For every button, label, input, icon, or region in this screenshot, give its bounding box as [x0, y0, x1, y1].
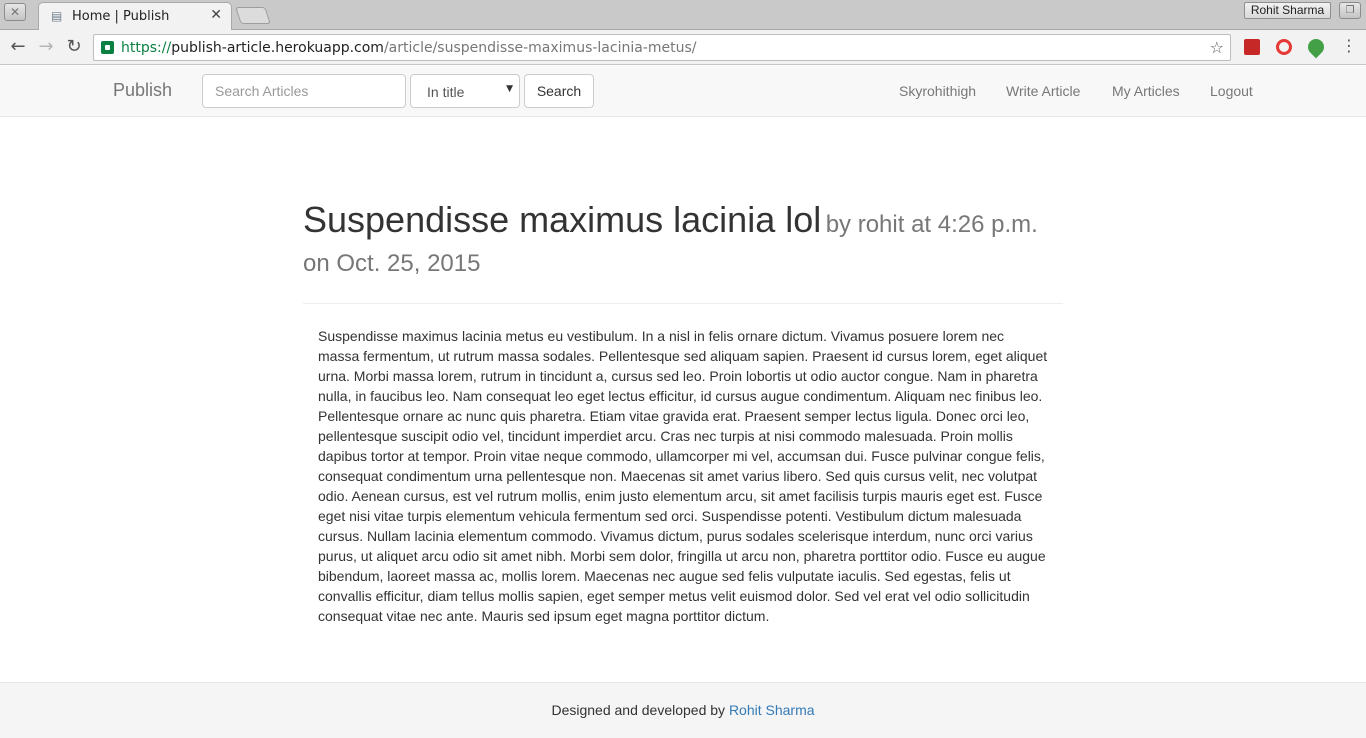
profile-badge[interactable]: Rohit Sharma	[1244, 2, 1331, 19]
url-path: /article/suspendisse-maximus-lacinia-met…	[383, 40, 697, 56]
new-tab-button[interactable]	[235, 7, 271, 24]
tab-title: Home | Publish	[72, 9, 170, 24]
browser-toolbar: ← → ↻ https://publish-article.herokuapp.…	[0, 30, 1366, 65]
caret-down-icon: ▼	[506, 84, 513, 94]
nav-link-profile[interactable]: Skyrohithigh	[899, 83, 976, 99]
url-text[interactable]: https://publish-article.herokuapp.com/ar…	[121, 40, 697, 56]
brand-link[interactable]: Publish	[113, 80, 172, 101]
article-body: Suspendisse maximus lacinia metus eu ves…	[318, 328, 1048, 624]
article-header: Suspendisse maximus lacinia lol by rohit…	[303, 200, 1063, 304]
reload-icon[interactable]: ↻	[62, 35, 86, 59]
opera-extension-icon[interactable]	[1276, 39, 1292, 55]
footer: Designed and developed by Rohit Sharma	[0, 682, 1366, 738]
footer-author-link[interactable]: Rohit Sharma	[729, 702, 815, 718]
window-close-icon[interactable]: ✕	[4, 3, 26, 21]
nav-link-my-articles[interactable]: My Articles	[1112, 83, 1180, 99]
footer-credit-text: Designed and developed by	[551, 702, 726, 718]
search-input[interactable]	[202, 74, 406, 108]
article-title: Suspendisse maximus lacinia lol	[303, 199, 822, 240]
search-scope-value: In title	[427, 84, 465, 100]
browser-menu-icon[interactable]: ⋮	[1341, 36, 1357, 55]
back-arrow-icon[interactable]: ←	[6, 35, 30, 59]
browser-tab-strip: ✕ ▤ Home | Publish ✕ Rohit Sharma ❐	[0, 0, 1366, 31]
book-extension-icon[interactable]	[1244, 39, 1260, 55]
secure-lock-icon	[101, 41, 114, 54]
bookmark-star-icon[interactable]: ☆	[1210, 38, 1224, 57]
nav-link-logout[interactable]: Logout	[1210, 83, 1253, 99]
page-favicon-icon: ▤	[51, 9, 63, 23]
nav-link-write-article[interactable]: Write Article	[1006, 83, 1080, 99]
search-scope-select[interactable]: In title ▼	[410, 74, 520, 108]
search-button[interactable]: Search	[524, 74, 594, 108]
forward-arrow-icon[interactable]: →	[34, 35, 58, 59]
tab-close-icon[interactable]: ✕	[210, 7, 222, 23]
url-scheme: https://	[121, 40, 172, 56]
article: Suspendisse maximus lacinia lol by rohit…	[303, 200, 1063, 626]
leaf-extension-icon[interactable]	[1304, 35, 1328, 59]
site-navbar: Publish In title ▼ Search Skyrohithigh W…	[0, 66, 1366, 117]
url-host: publish-article.herokuapp.com	[171, 40, 384, 56]
window-restore-icon[interactable]: ❐	[1339, 2, 1361, 19]
browser-tab-active[interactable]: ▤ Home | Publish ✕	[38, 2, 232, 31]
footer-credit: Designed and developed by Rohit Sharma	[551, 702, 814, 718]
address-bar[interactable]: https://publish-article.herokuapp.com/ar…	[93, 34, 1231, 61]
